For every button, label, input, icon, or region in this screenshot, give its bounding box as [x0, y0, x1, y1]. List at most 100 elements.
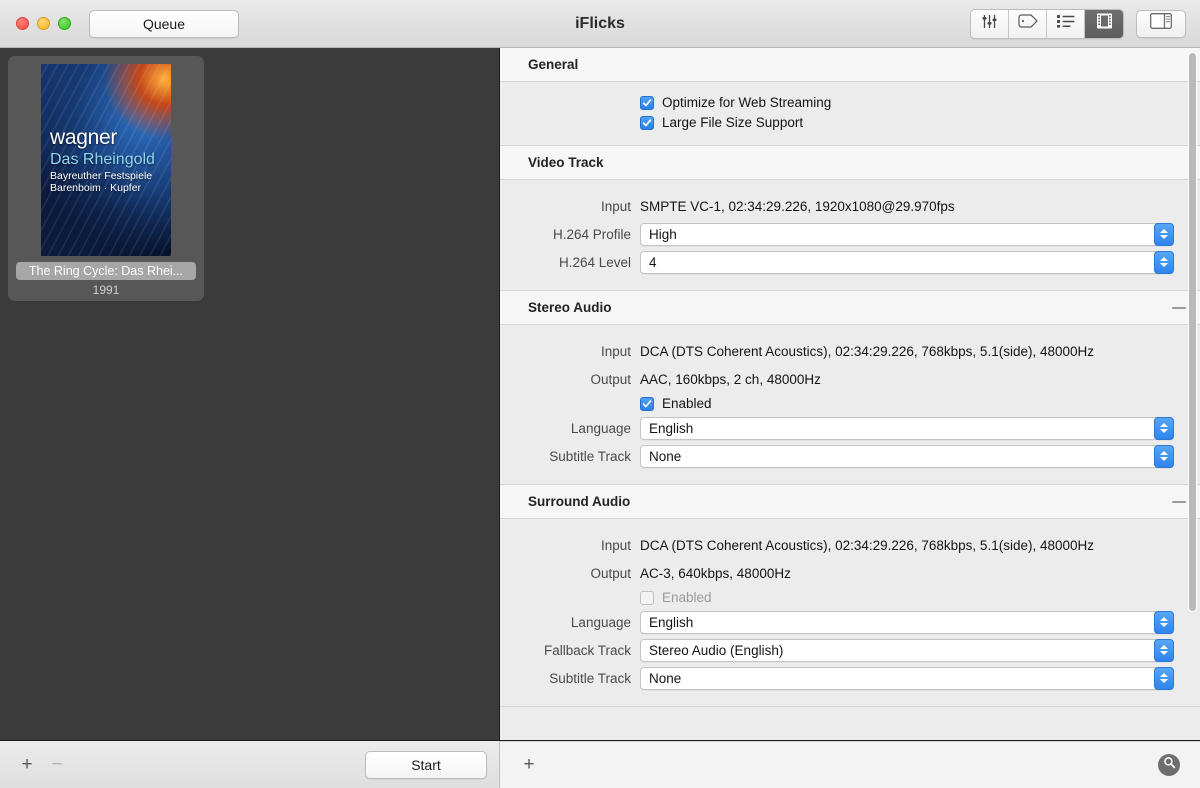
stereo-enabled-label: Enabled — [662, 396, 712, 411]
stereo-output-value: AAC, 160kbps, 2 ch, 48000Hz — [640, 371, 821, 387]
add-item-button[interactable]: + — [12, 751, 42, 779]
stepper-icon[interactable] — [1154, 610, 1174, 634]
cover-title: Das Rheingold — [50, 150, 155, 168]
stereo-subtitle-select[interactable]: None — [640, 444, 1174, 468]
film-strip-icon — [1096, 13, 1113, 34]
video-input-value: SMPTE VC-1, 02:34:29.226, 1920x1080@29.9… — [640, 198, 955, 214]
row-surround-language: Language English — [500, 610, 1174, 634]
search-button[interactable] — [1158, 754, 1180, 776]
stepper-icon[interactable] — [1154, 444, 1174, 468]
h264-level-value: 4 — [649, 254, 657, 270]
row-surround-fallback: Fallback Track Stereo Audio (English) — [500, 638, 1174, 662]
collapse-surround-audio-icon[interactable] — [1172, 500, 1186, 503]
row-h264-profile: H.264 Profile High — [500, 222, 1174, 246]
section-header-stereo-audio: Stereo Audio — [500, 291, 1200, 325]
row-stereo-language: Language English — [500, 416, 1174, 440]
row-label: Input — [600, 537, 631, 553]
section-body-video-track: Input SMPTE VC-1, 02:34:29.226, 1920x108… — [500, 180, 1200, 291]
row-video-input: Input SMPTE VC-1, 02:34:29.226, 1920x108… — [500, 194, 1174, 218]
minus-icon: − — [51, 753, 63, 775]
surround-language-select[interactable]: English — [640, 610, 1174, 634]
toolbar-metadata-button[interactable] — [1009, 9, 1047, 38]
cover-artist: wagner — [50, 126, 118, 149]
row-label: Input — [600, 198, 631, 214]
row-stereo-input: Input DCA (DTS Coherent Acoustics), 02:3… — [500, 339, 1174, 363]
row-label: Language — [570, 420, 631, 436]
h264-profile-select[interactable]: High — [640, 222, 1174, 246]
bottom-bar: + − Start + — [0, 740, 1200, 788]
inspector-panel: General Optimize for Web Streaming Large… — [500, 48, 1200, 740]
section-body-stereo-audio: Input DCA (DTS Coherent Acoustics), 02:3… — [500, 325, 1200, 485]
checkbox-row-large-file-size[interactable]: Large File Size Support — [500, 115, 1174, 130]
view-mode-segmented-control[interactable] — [970, 8, 1124, 39]
row-label: Output — [590, 371, 631, 387]
add-track-button[interactable]: + — [514, 751, 544, 779]
stereo-subtitle-value: None — [649, 448, 682, 464]
inspector-bottom-bar: + — [500, 741, 1200, 788]
main-body: wagner Das Rheingold Bayreuther Festspie… — [0, 48, 1200, 740]
stereo-enabled-checkbox[interactable] — [640, 396, 654, 411]
stereo-input-value: DCA (DTS Coherent Acoustics), 02:34:29.2… — [640, 343, 1094, 359]
row-stereo-output: Output AAC, 160kbps, 2 ch, 48000Hz — [500, 367, 1174, 391]
row-label: H.264 Level — [558, 254, 631, 270]
search-icon — [1163, 756, 1176, 774]
zoom-button[interactable] — [58, 17, 71, 30]
tag-icon — [1017, 14, 1038, 33]
large-file-size-label: Large File Size Support — [662, 115, 804, 130]
queue-list[interactable]: wagner Das Rheingold Bayreuther Festspie… — [0, 48, 500, 740]
collapse-stereo-audio-icon[interactable] — [1172, 306, 1186, 309]
minimize-button[interactable] — [37, 17, 50, 30]
row-label: Subtitle Track — [549, 670, 631, 686]
close-button[interactable] — [16, 17, 29, 30]
queue-button[interactable]: Queue — [89, 9, 239, 38]
row-h264-level: H.264 Level 4 — [500, 250, 1174, 274]
large-file-size-checkbox[interactable] — [640, 115, 654, 130]
row-label: Input — [600, 343, 631, 359]
section-header-video-track: Video Track — [500, 146, 1200, 180]
remove-item-button[interactable]: − — [42, 751, 72, 779]
sidebar-toggle-button[interactable] — [1136, 9, 1186, 38]
cover-text: wagner Das Rheingold Bayreuther Festspie… — [50, 126, 165, 195]
optimize-web-streaming-label: Optimize for Web Streaming — [662, 95, 832, 110]
section-body-surround-audio: Input DCA (DTS Coherent Acoustics), 02:3… — [500, 519, 1200, 707]
toolbar-list-button[interactable] — [1047, 9, 1085, 38]
traffic-lights — [16, 17, 71, 30]
h264-profile-value: High — [649, 226, 677, 242]
stepper-icon[interactable] — [1154, 222, 1174, 246]
stepper-icon[interactable] — [1154, 250, 1174, 274]
checkbox-row-stereo-enabled[interactable]: Enabled — [500, 396, 1174, 411]
surround-language-value: English — [649, 614, 694, 630]
row-surround-subtitle: Subtitle Track None — [500, 666, 1174, 690]
list-item-title[interactable]: The Ring Cycle: Das Rhei... — [16, 262, 196, 280]
queue-bottom-bar: + − Start — [0, 741, 500, 788]
list-item[interactable]: wagner Das Rheingold Bayreuther Festspie… — [8, 56, 204, 301]
surround-input-value: DCA (DTS Coherent Acoustics), 02:34:29.2… — [640, 537, 1094, 553]
checkbox-row-surround-enabled[interactable]: Enabled — [500, 590, 1174, 605]
section-header-surround-audio: Surround Audio — [500, 485, 1200, 519]
queue-button-label: Queue — [142, 15, 186, 32]
row-surround-input: Input DCA (DTS Coherent Acoustics), 02:3… — [500, 533, 1174, 557]
surround-subtitle-select[interactable]: None — [640, 666, 1174, 690]
surround-enabled-checkbox[interactable] — [640, 590, 654, 605]
list-item-year: 1991 — [92, 283, 120, 297]
optimize-web-streaming-checkbox[interactable] — [640, 95, 654, 110]
stepper-icon[interactable] — [1154, 666, 1174, 690]
surround-fallback-select[interactable]: Stereo Audio (English) — [640, 638, 1174, 662]
surround-enabled-label: Enabled — [662, 590, 712, 605]
row-surround-output: Output AC-3, 640kbps, 48000Hz — [500, 561, 1174, 585]
row-label: Output — [590, 565, 631, 581]
inspector-scrollbar[interactable] — [1188, 52, 1197, 732]
h264-level-select[interactable]: 4 — [640, 250, 1174, 274]
stereo-language-select[interactable]: English — [640, 416, 1174, 440]
row-stereo-subtitle: Subtitle Track None — [500, 444, 1174, 468]
scrollbar-thumb[interactable] — [1188, 52, 1197, 612]
stepper-icon[interactable] — [1154, 416, 1174, 440]
plus-icon: + — [21, 753, 33, 775]
surround-output-value: AC-3, 640kbps, 48000Hz — [640, 565, 791, 581]
stepper-icon[interactable] — [1154, 638, 1174, 662]
checkbox-row-optimize-web-streaming[interactable]: Optimize for Web Streaming — [500, 95, 1174, 110]
toolbar-video-button[interactable] — [1085, 9, 1123, 38]
start-button[interactable]: Start — [365, 750, 487, 779]
toolbar-adjustments-button[interactable] — [971, 9, 1009, 38]
title-bar: Queue iFlicks — [0, 0, 1200, 48]
